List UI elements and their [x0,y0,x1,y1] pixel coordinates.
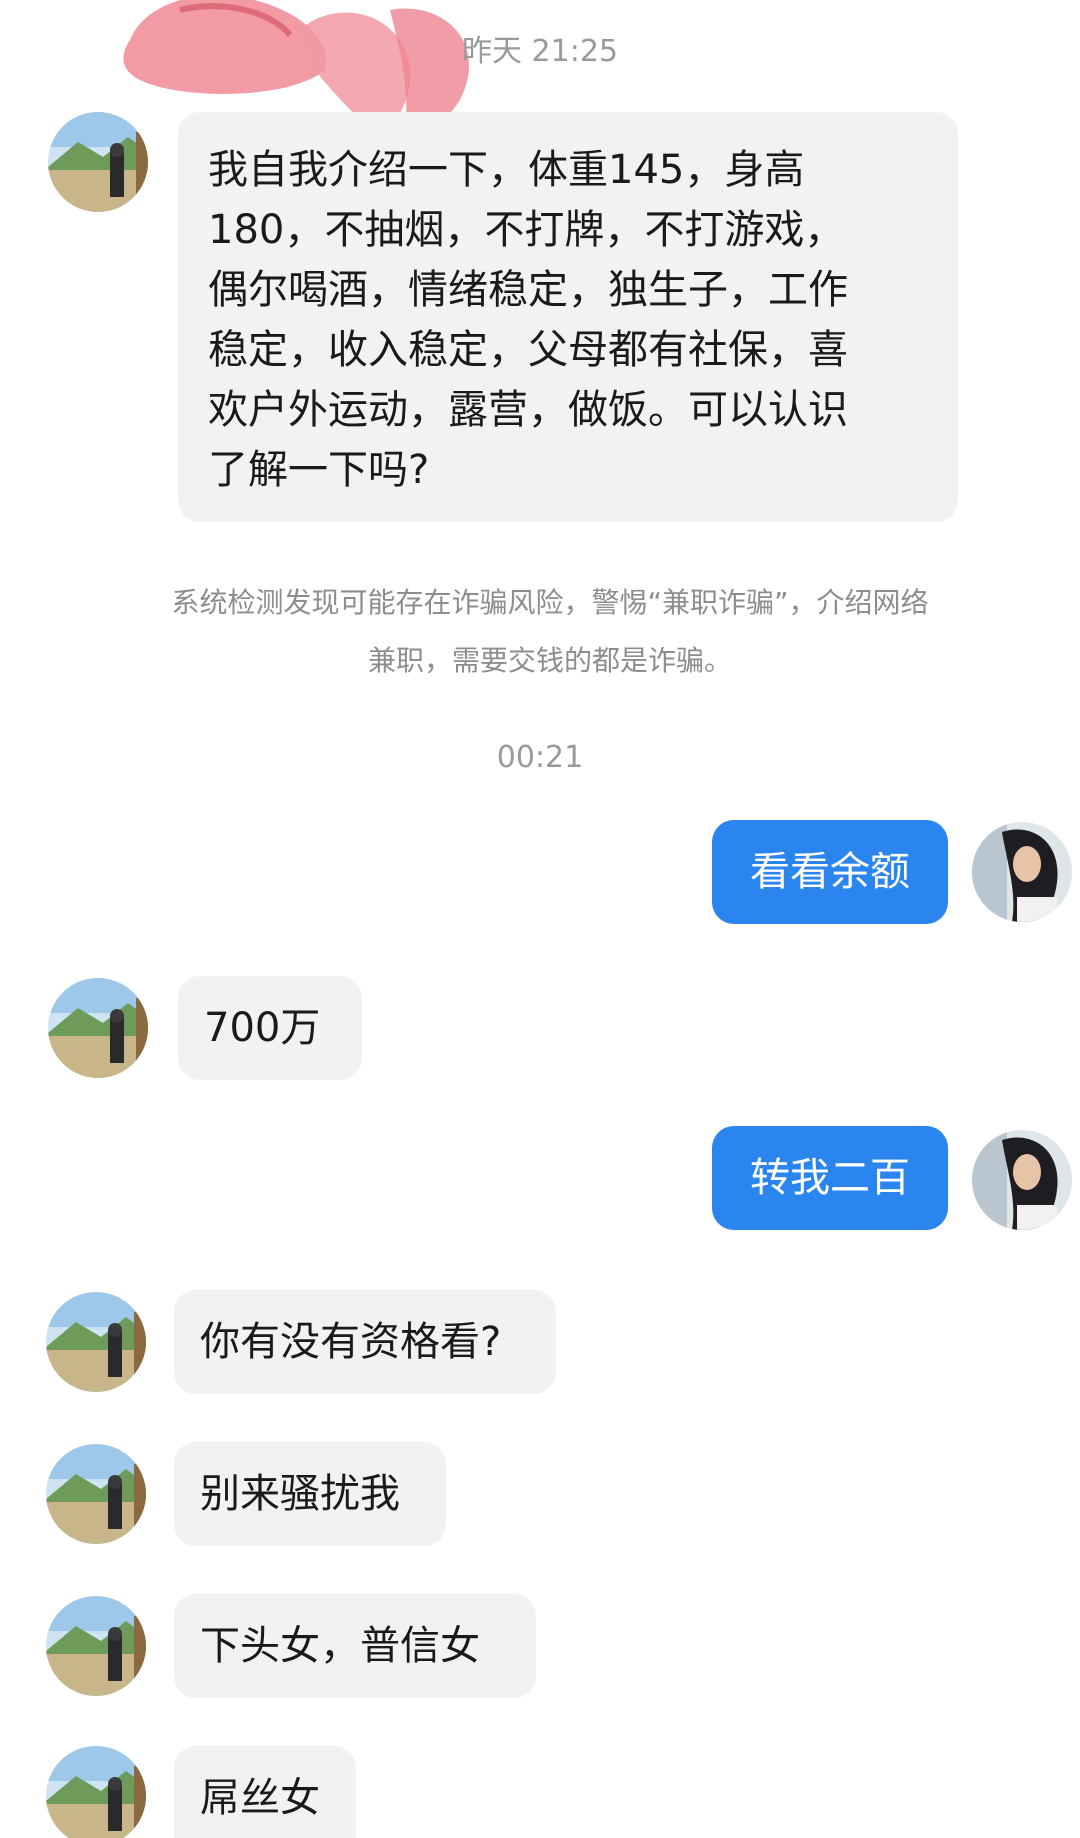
contact-avatar[interactable] [46,1746,146,1838]
contact-avatar[interactable] [48,112,148,212]
incoming-message-bubble[interactable]: 别来骚扰我 [174,1442,446,1546]
incoming-message-bubble[interactable]: 下头女，普信女 [174,1594,536,1698]
contact-avatar[interactable] [46,1444,146,1544]
contact-avatar[interactable] [48,978,148,1078]
person-photo-avatar-icon [972,822,1072,922]
message-line: 偶尔喝酒，情绪稳定，独生子，工作 [208,267,848,313]
landscape-photo-avatar-icon [48,112,148,212]
my-avatar[interactable] [972,822,1072,922]
landscape-photo-avatar-icon [46,1746,146,1838]
message-line: 180，不抽烟，不打牌，不打游戏， [208,207,845,253]
landscape-photo-avatar-icon [46,1444,146,1544]
landscape-photo-avatar-icon [46,1596,146,1696]
message-line: 了解一下吗? [208,447,430,493]
landscape-photo-avatar-icon [46,1292,146,1392]
my-avatar[interactable] [972,1130,1072,1230]
fraud-warning-notice: 系统检测发现可能存在诈骗风险，警惕“兼职诈骗”，介绍网络 兼职，需要交钱的都是诈… [80,574,1020,690]
contact-avatar[interactable] [46,1292,146,1392]
message-line: 欢户外运动，露营，做饭。可以认识 [208,387,848,433]
contact-avatar[interactable] [46,1596,146,1696]
outgoing-message-bubble[interactable]: 转我二百 [712,1126,948,1230]
outgoing-message-bubble[interactable]: 看看余额 [712,820,948,924]
message-line: 稳定，收入稳定，父母都有社保，喜 [208,327,848,373]
landscape-photo-avatar-icon [48,978,148,1078]
timestamp-midnight: 00:21 [496,740,584,775]
message-line: 我自我介绍一下，体重145，身高 [208,147,805,193]
incoming-message-bubble[interactable]: 700万 [178,976,362,1080]
incoming-message-bubble[interactable]: 屌丝女 [174,1746,356,1838]
chat-view: 昨天 21:25 我自我介绍一下，体重145，身高 180，不抽烟，不打牌，不打… [0,0,1080,1838]
timestamp-yesterday: 昨天 21:25 [462,34,618,69]
person-photo-avatar-icon [972,1130,1072,1230]
incoming-message-bubble[interactable]: 你有没有资格看? [174,1290,556,1394]
incoming-message-bubble[interactable]: 我自我介绍一下，体重145，身高 180，不抽烟，不打牌，不打游戏， 偶尔喝酒，… [178,112,958,522]
fraud-warning-line: 兼职，需要交钱的都是诈骗。 [367,644,732,677]
fraud-warning-line: 系统检测发现可能存在诈骗风险，警惕“兼职诈骗”，介绍网络 [171,586,929,619]
